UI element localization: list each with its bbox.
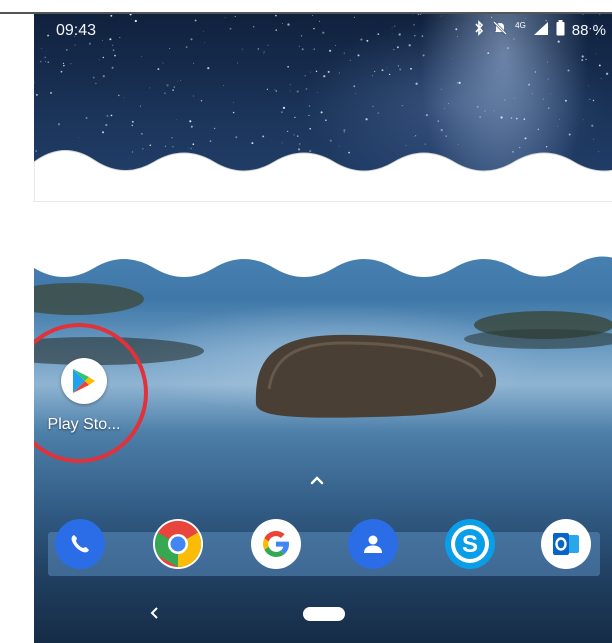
status-icons: 4G 88 % (473, 20, 606, 41)
contacts-icon[interactable] (348, 519, 398, 569)
phone-screen: 09:43 4G 88 % Play Sto... S (34, 14, 612, 643)
status-bar: 09:43 4G 88 % (34, 14, 612, 48)
back-icon[interactable] (148, 605, 162, 626)
battery-icon (556, 20, 565, 41)
wave-bottom (34, 210, 612, 277)
clock: 09:43 (56, 22, 97, 39)
navigation-bar (34, 599, 612, 643)
chrome-icon[interactable] (153, 519, 203, 569)
skype-icon[interactable]: S (445, 519, 495, 569)
network-type-icon: 4G (515, 21, 526, 30)
battery-percent: 88 % (571, 22, 606, 39)
app-drawer-chevron-icon[interactable] (310, 472, 324, 490)
mute-icon (492, 20, 508, 41)
svg-text:S: S (462, 531, 478, 558)
signal-icon (533, 21, 549, 41)
outlook-icon[interactable] (541, 519, 591, 569)
home-button[interactable] (303, 607, 345, 621)
wave-top (34, 150, 612, 202)
bluetooth-icon (473, 20, 485, 41)
dock: S (34, 519, 612, 575)
google-icon[interactable] (251, 519, 301, 569)
phone-icon[interactable] (55, 519, 105, 569)
